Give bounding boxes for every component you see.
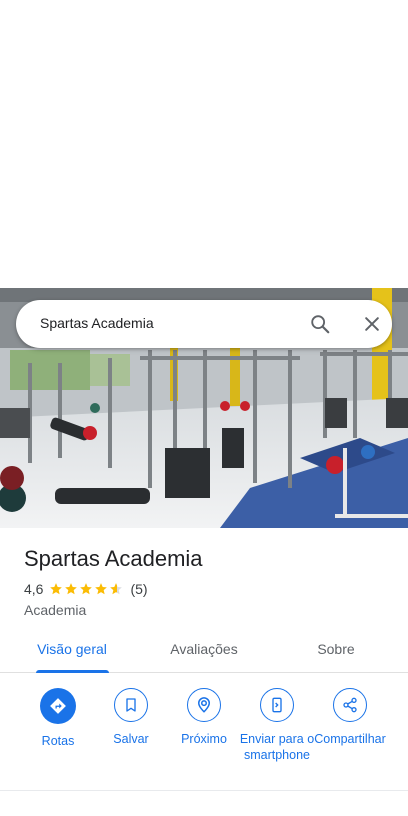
nearby-icon [197,697,211,713]
active-tab-indicator [36,670,109,673]
tab-bar: Visão geral Avaliações Sobre [0,632,408,673]
search-query[interactable]: Spartas Academia [40,315,154,331]
send-to-phone-icon-circle [260,688,294,722]
nearby-button[interactable]: Próximo [166,688,242,747]
star-full-icon [50,583,63,595]
bookmark-icon [126,698,136,712]
share-label: Compartilhar [314,732,386,746]
search-button[interactable] [304,308,336,340]
directions-icon-circle [40,688,76,724]
directions-label: Rotas [41,734,75,748]
share-button[interactable]: Compartilhar [312,688,388,747]
share-icon [343,697,357,713]
share-icon-circle [333,688,367,722]
close-button[interactable] [356,308,388,340]
search-bar[interactable]: Spartas Academia [16,300,392,348]
place-category[interactable]: Academia [24,602,86,618]
tab-about[interactable]: Sobre [268,632,404,672]
place-title: Spartas Academia [24,546,203,571]
tab-overview[interactable]: Visão geral [4,632,140,672]
save-button[interactable]: Salvar [93,688,169,747]
rating-stars [49,582,124,596]
send-to-phone-label: Enviar para o smartphone [239,732,315,762]
directions-button[interactable]: Rotas [20,688,96,749]
place-panel: Spartas Academia 4,6 (5) Academia Visão … [0,528,408,816]
directions-icon [50,698,66,714]
save-label: Salvar [113,732,149,746]
rating-row[interactable]: 4,6 (5) [24,581,148,597]
nearby-label: Próximo [181,732,227,746]
close-icon [365,317,379,331]
section-divider [0,790,408,791]
tab-reviews[interactable]: Avaliações [136,632,272,672]
star-half-icon [110,583,123,595]
rating-value: 4,6 [24,581,44,597]
action-buttons: Rotas Salvar Próximo Enviar para o smart… [0,688,408,788]
star-full-icon [65,583,78,595]
blank-map-area [0,0,408,288]
search-icon [311,315,330,334]
send-to-phone-icon [272,697,282,713]
save-icon-circle [114,688,148,722]
star-full-icon [95,583,108,595]
reviews-count[interactable]: (5) [130,581,147,597]
star-full-icon [80,583,93,595]
nearby-icon-circle [187,688,221,722]
send-to-phone-button[interactable]: Enviar para o smartphone [239,688,315,763]
